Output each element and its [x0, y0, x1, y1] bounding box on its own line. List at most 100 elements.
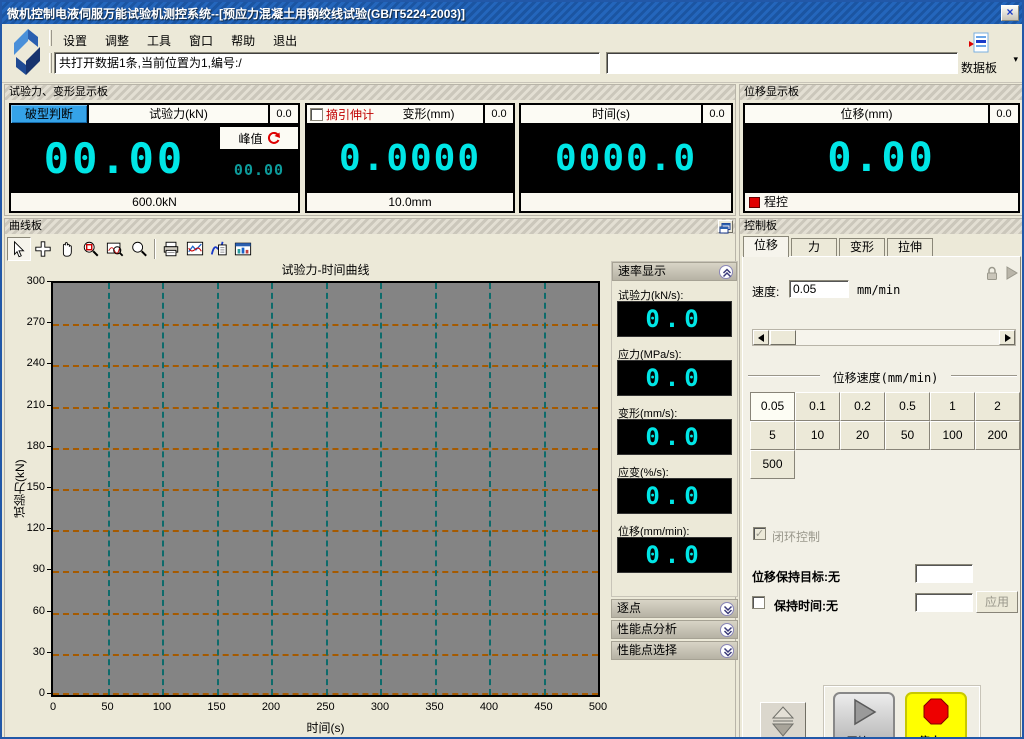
displacement-tab-page: 速度: 0.05 mm/min 位移速度(mm/min) 0.050.10.20…: [742, 256, 1021, 738]
zoom-out-tool-icon[interactable]: [127, 237, 151, 261]
speed-button-5[interactable]: 5: [750, 421, 795, 450]
x-tick-label: 450: [524, 701, 564, 713]
speed-button-2[interactable]: 2: [975, 392, 1020, 421]
scrollbar-thumb[interactable]: [770, 330, 796, 345]
control-panel: 控制板 位移力变形拉伸 速度: 0.05 mm/min 位移速度(mm/min)…: [739, 218, 1024, 739]
cursor-tool-icon[interactable]: [7, 237, 31, 261]
y-tick-label: 90: [5, 563, 45, 575]
x-tick-label: 0: [33, 701, 73, 713]
collapsed-panel-0[interactable]: 逐点: [611, 599, 738, 618]
app-logo-icon: [8, 27, 46, 77]
program-control-indicator: [749, 197, 760, 208]
y-tick-mark: [47, 611, 51, 612]
menu-item-2[interactable]: 工具: [140, 30, 178, 51]
scrollbar-right-arrow[interactable]: [999, 330, 1015, 345]
jog-up-down-button[interactable]: [760, 702, 806, 739]
speed-group-label: 位移速度(mm/min): [823, 369, 948, 386]
scrollbar-left-arrow[interactable]: [753, 330, 769, 345]
speed-button-200[interactable]: 200: [975, 421, 1020, 450]
time-value: 0000.0: [555, 138, 697, 179]
lock-icon: [984, 265, 1000, 281]
group-divider-right: [951, 375, 1017, 377]
closed-loop-label: 闭环控制: [772, 528, 820, 545]
expand-down-icon[interactable]: [720, 602, 734, 616]
zoom-curve-tool-icon[interactable]: [103, 237, 127, 261]
deform-display-group: 摘引伸计 变形(mm) 0.0 0.0000 10.0mm: [305, 103, 515, 213]
curve-toolbar: [7, 236, 255, 262]
collapsed-panel-stack: 逐点性能点分析性能点选择: [611, 599, 738, 662]
chart-plot-area[interactable]: [51, 281, 600, 697]
data-window-tool-icon[interactable]: [231, 237, 255, 261]
y-tick-label: 300: [5, 275, 45, 287]
zoom-region-tool-icon[interactable]: [79, 237, 103, 261]
x-tick-label: 500: [578, 701, 618, 713]
peak-label: 峰值: [238, 130, 262, 147]
rate-panel-header[interactable]: 速率显示: [612, 262, 737, 281]
menu-bar: 设置调整工具窗口帮助退出: [56, 30, 304, 51]
closed-loop-checkbox[interactable]: ✓: [753, 527, 766, 540]
speed-button-500[interactable]: 500: [750, 450, 795, 479]
menu-item-1[interactable]: 调整: [98, 30, 136, 51]
menu-item-5[interactable]: 退出: [266, 30, 304, 51]
start-button-label: 开始F5: [835, 733, 893, 739]
pan-tool-icon[interactable]: [31, 237, 55, 261]
program-control-label: 程控: [764, 193, 788, 211]
y-tick-label: 120: [5, 522, 45, 534]
collapsed-panel-1[interactable]: 性能点分析: [611, 620, 738, 639]
title-bar[interactable]: 微机控制电液伺服万能试验机测控系统--[预应力混凝土用钢绞线试验(GB/T522…: [2, 2, 1022, 24]
speed-button-0.05[interactable]: 0.05: [750, 392, 795, 421]
v-gridline: [544, 283, 546, 695]
menu-item-4[interactable]: 帮助: [224, 30, 262, 51]
speed-button-50[interactable]: 50: [885, 421, 930, 450]
rate-item-value: 0.0: [645, 364, 703, 392]
speed-button-0.2[interactable]: 0.2: [840, 392, 885, 421]
extensometer-checkbox[interactable]: [310, 108, 323, 121]
collapsed-panel-label: 性能点选择: [617, 643, 677, 657]
start-button[interactable]: 开始F5: [833, 692, 895, 739]
rate-item-display: 0.0: [617, 478, 732, 514]
force-display-panel: 试验力、变形显示板 破型判断 试验力(kN) 0.0 00.00 峰值: [4, 84, 736, 216]
dropdown-arrow-icon[interactable]: ▾: [1013, 54, 1018, 65]
tab-位移[interactable]: 位移: [743, 236, 789, 257]
expand-down-icon[interactable]: [720, 623, 734, 637]
tab-拉伸[interactable]: 拉伸: [887, 238, 933, 256]
collapse-up-icon[interactable]: [719, 265, 733, 279]
tab-变形[interactable]: 变形: [839, 238, 885, 256]
menu-item-0[interactable]: 设置: [56, 30, 94, 51]
speed-button-100[interactable]: 100: [930, 421, 975, 450]
y-tick-label: 30: [5, 646, 45, 658]
apply-button[interactable]: 应用: [976, 591, 1018, 613]
menu-item-3[interactable]: 窗口: [182, 30, 220, 51]
speed-scrollbar[interactable]: [752, 329, 1016, 346]
databoard-button[interactable]: 数据板 ▾: [950, 32, 1008, 78]
stop-button[interactable]: 停止F6: [905, 692, 967, 739]
speed-button-0.1[interactable]: 0.1: [795, 392, 840, 421]
hand-tool-icon[interactable]: [55, 237, 79, 261]
tab-力[interactable]: 力: [791, 238, 837, 256]
y-tick-mark: [47, 487, 51, 488]
displacement-aux-value: 0.0: [988, 105, 1018, 123]
curve-style-tool-icon[interactable]: [183, 237, 207, 261]
speed-button-10[interactable]: 10: [795, 421, 840, 450]
close-button[interactable]: ×: [1001, 5, 1019, 21]
speed-button-20[interactable]: 20: [840, 421, 885, 450]
collapsed-panel-2[interactable]: 性能点选择: [611, 641, 738, 660]
print-tool-icon[interactable]: [159, 237, 183, 261]
hold-time-input[interactable]: [915, 593, 973, 612]
databoard-label: 数据板: [950, 59, 1008, 76]
expand-down-icon[interactable]: [720, 644, 734, 658]
y-tick-mark: [47, 693, 51, 694]
speed-button-0.5[interactable]: 0.5: [885, 392, 930, 421]
hold-time-checkbox[interactable]: [752, 596, 765, 609]
restore-window-icon[interactable]: [718, 220, 733, 233]
speed-input[interactable]: 0.05: [789, 280, 849, 298]
hold-target-input[interactable]: [915, 564, 973, 583]
peak-value: 00.00: [234, 161, 284, 179]
status-text: 共打开数据1条,当前位置为1,编号:/: [59, 56, 242, 70]
run-button-group: 开始F5 停止F6: [824, 686, 980, 739]
peak-reset-button[interactable]: 峰值: [220, 127, 298, 151]
curve-panel: 曲线板 试验力-时间曲线 试验力(kN) 时间(s) 0306090120150…: [4, 218, 736, 739]
export-curve-tool-icon[interactable]: [207, 237, 231, 261]
break-judge-button[interactable]: 破型判断: [11, 105, 89, 123]
speed-button-1[interactable]: 1: [930, 392, 975, 421]
